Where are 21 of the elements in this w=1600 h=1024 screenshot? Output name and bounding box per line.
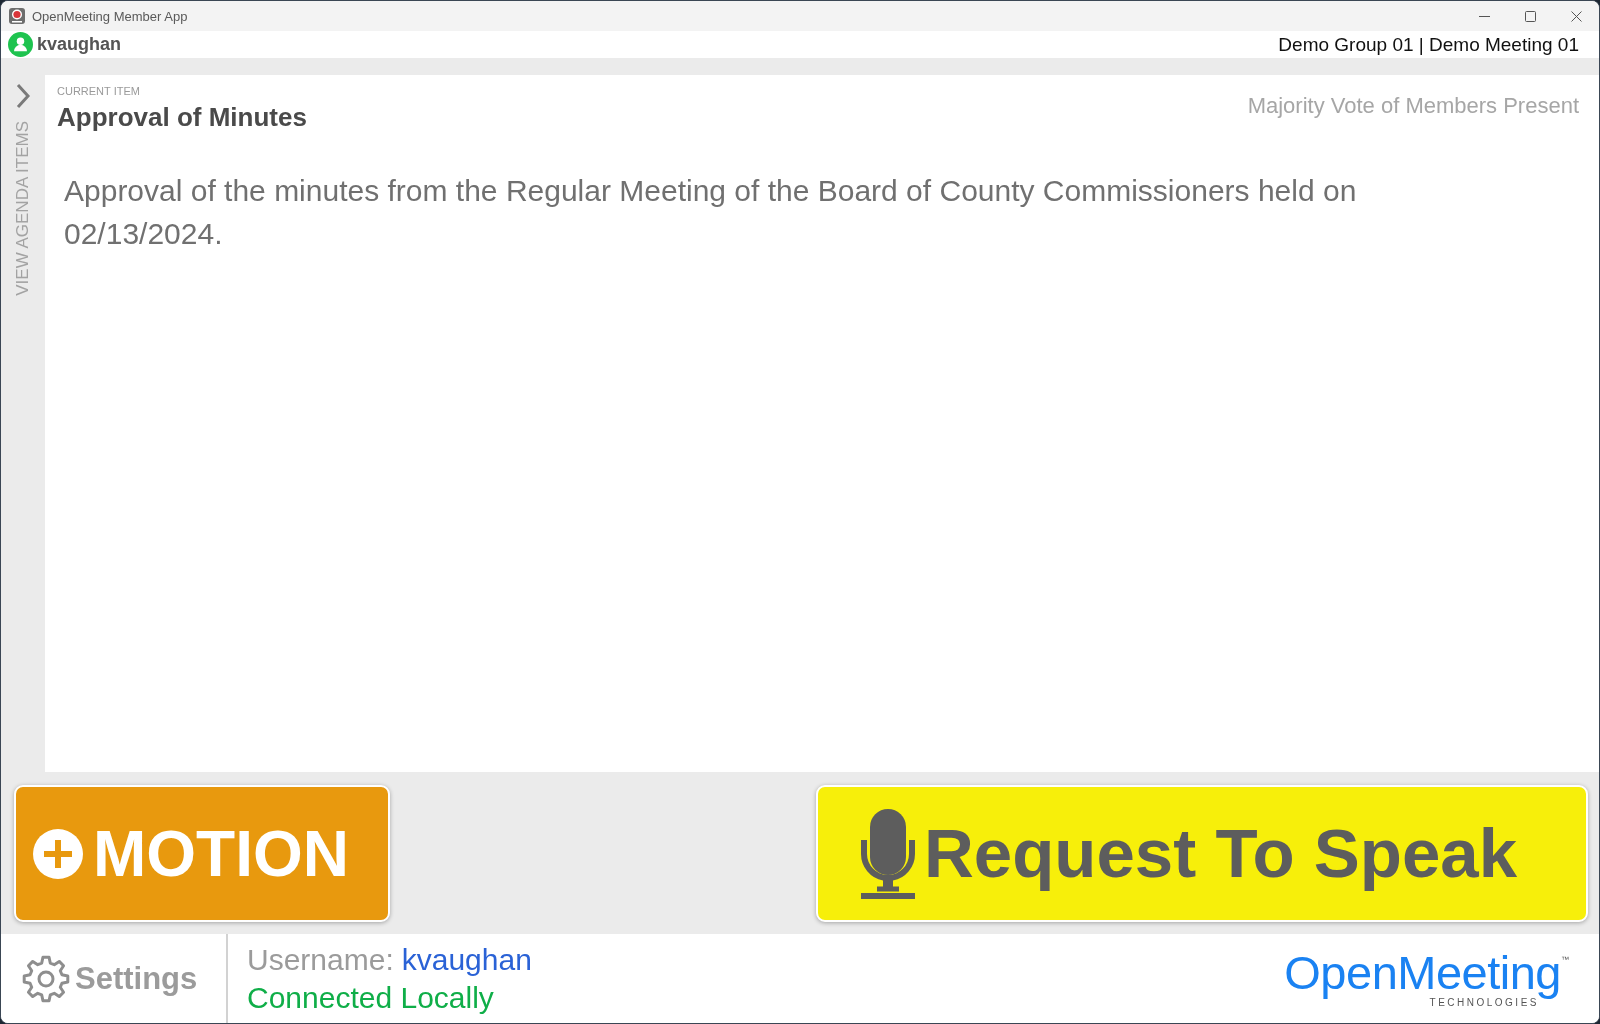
item-description: Approval of the minutes from the Regular Meeting of the Board of County Commissioners held on 02/13/2024.	[64, 173, 1358, 252]
meeting-title: Demo Group 01 | Demo Meeting 01	[1278, 33, 1579, 56]
settings-button[interactable]: Settings	[22, 954, 198, 1003]
item-title: Approval of Minutes	[57, 101, 307, 134]
username-label: Username:	[247, 941, 394, 978]
connection-status: Connected Locally	[247, 979, 495, 1016]
company-logo: OpenMeeting TECHNOLOGIES ™	[1284, 949, 1569, 1008]
vote-type-label: Majority Vote of Members Present	[1247, 93, 1579, 119]
settings-icon	[22, 954, 70, 1003]
motion-button[interactable]: MOTION	[14, 785, 390, 922]
microphone-icon	[858, 808, 918, 899]
current-item-caption: CURRENT ITEM	[57, 84, 141, 98]
close-icon	[1570, 10, 1582, 22]
username-value: kvaughan	[401, 941, 532, 978]
plus-circle-icon	[33, 828, 83, 879]
user-name: kvaughan	[37, 34, 122, 55]
chevron-right-icon	[15, 83, 31, 109]
maximize-icon	[1524, 10, 1536, 22]
window-title: OpenMeeting Member App	[32, 8, 188, 24]
request-to-speak-button[interactable]: Request To Speak	[816, 785, 1588, 922]
app-icon	[9, 8, 25, 24]
